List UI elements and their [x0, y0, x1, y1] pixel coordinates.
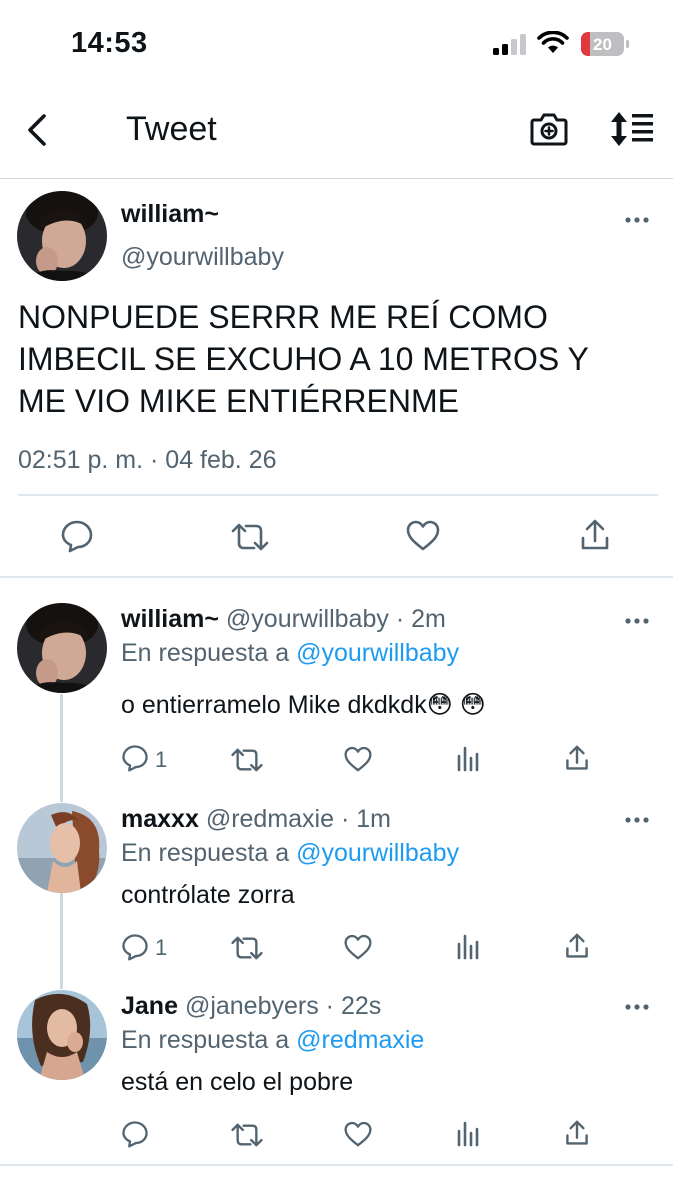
divider: [18, 494, 658, 496]
reply-text: está en celo el pobre: [121, 1068, 354, 1096]
like-heart-icon[interactable]: [344, 1121, 372, 1148]
more-options-icon[interactable]: [625, 617, 649, 625]
battery-icon: 20: [581, 32, 629, 56]
like-heart-icon[interactable]: [344, 746, 372, 773]
more-options-icon[interactable]: [625, 816, 649, 824]
nav-bar: Tweet: [0, 88, 673, 179]
more-options-icon[interactable]: [625, 1003, 649, 1011]
sort-replies-icon[interactable]: [609, 110, 655, 148]
mention-link[interactable]: @yourwillbaby: [296, 839, 459, 867]
page-title: Tweet: [126, 110, 217, 148]
reply-time: · 1m: [340, 805, 391, 833]
tweet-timestamp: 02:51 p. m. · 04 feb. 26: [18, 446, 277, 474]
divider: [0, 1164, 673, 1166]
reply-icon[interactable]: [121, 1120, 149, 1148]
cellular-signal-icon: [493, 34, 526, 55]
author-handle[interactable]: @yourwillbaby: [121, 243, 284, 272]
in-reply-to: En respuesta a @redmaxie: [121, 1026, 424, 1055]
wifi-icon: [537, 31, 569, 53]
tweet-text-line: NONPUEDE SERRR ME REÍ COMO: [18, 299, 548, 335]
divider: [0, 576, 673, 578]
share-icon[interactable]: [580, 518, 610, 552]
avatar[interactable]: [17, 990, 107, 1080]
reply-author-handle[interactable]: @janebyers: [185, 992, 319, 1020]
in-reply-to: En respuesta a @yourwillbaby: [121, 839, 459, 868]
reply-author-handle[interactable]: @yourwillbaby: [226, 605, 389, 633]
reply-count: 1: [155, 935, 168, 960]
retweet-icon[interactable]: [230, 746, 264, 774]
back-arrow-icon[interactable]: [22, 112, 52, 148]
tweet-text: NONPUEDE SERRR ME REÍ COMO IMBECIL SE EX…: [18, 296, 658, 422]
share-icon[interactable]: [565, 1119, 589, 1147]
reply-header: maxxx @redmaxie · 1m: [121, 805, 391, 834]
reply-header: Jane @janebyers · 22s: [121, 992, 381, 1021]
share-icon[interactable]: [565, 744, 589, 772]
reply-author-name[interactable]: maxxx: [121, 805, 199, 833]
in-reply-label: En respuesta a: [121, 1026, 297, 1054]
like-heart-icon[interactable]: [406, 520, 440, 552]
status-time: 14:53: [71, 27, 148, 59]
avatar[interactable]: [17, 191, 107, 281]
reply-time: · 2m: [395, 605, 446, 633]
more-options-icon[interactable]: [625, 216, 649, 224]
analytics-icon[interactable]: [456, 746, 480, 772]
author-name[interactable]: william~: [121, 200, 219, 229]
tweet-text-line: ME VIO MIKE ENTIÉRRENME: [18, 383, 459, 419]
like-heart-icon[interactable]: [344, 934, 372, 961]
reply-author-handle[interactable]: @redmaxie: [206, 805, 334, 833]
avatar[interactable]: [17, 603, 107, 693]
analytics-icon[interactable]: [456, 934, 480, 960]
mention-link[interactable]: @yourwillbaby: [296, 639, 459, 667]
retweet-icon[interactable]: [230, 934, 264, 962]
in-reply-label: En respuesta a: [121, 639, 297, 667]
in-reply-label: En respuesta a: [121, 839, 297, 867]
camera-add-icon[interactable]: [530, 111, 568, 147]
reply-text: o entierramelo Mike dkdkdk😳 😳: [121, 691, 486, 719]
battery-level: 20: [593, 35, 612, 54]
reply-icon[interactable]: [121, 933, 149, 961]
thread-connector-line: [60, 893, 63, 989]
reply-author-name[interactable]: william~: [121, 605, 219, 633]
avatar[interactable]: [17, 803, 107, 893]
share-icon[interactable]: [565, 932, 589, 960]
reply-text: contrólate zorra: [121, 881, 295, 909]
reply-count: 1: [155, 747, 168, 772]
analytics-icon[interactable]: [456, 1121, 480, 1147]
status-bar: 14:53 20: [0, 0, 673, 88]
reply-time: · 22s: [325, 992, 382, 1020]
reply-author-name[interactable]: Jane: [121, 992, 178, 1020]
retweet-icon[interactable]: [230, 1121, 264, 1149]
mention-link[interactable]: @redmaxie: [296, 1026, 424, 1054]
tweet-text-line: IMBECIL SE EXCUHO A 10 METROS Y: [18, 341, 589, 377]
reply-header: william~ @yourwillbaby · 2m: [121, 605, 446, 634]
retweet-icon[interactable]: [230, 521, 270, 553]
in-reply-to: En respuesta a @yourwillbaby: [121, 639, 459, 668]
reply-icon[interactable]: [60, 519, 94, 553]
thread-connector-line: [60, 694, 63, 802]
reply-icon[interactable]: [121, 744, 149, 772]
